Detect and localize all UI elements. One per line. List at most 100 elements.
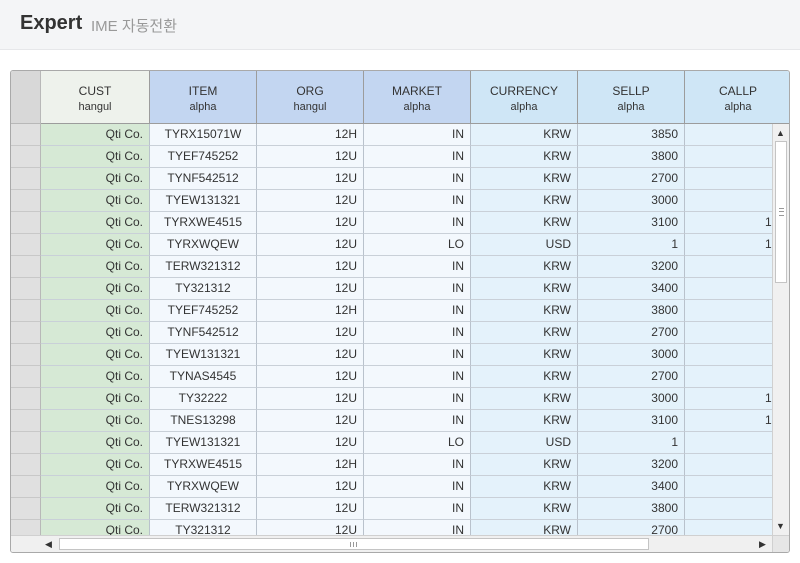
table-cell-item[interactable]: TERW321312	[150, 256, 257, 278]
table-cell-market[interactable]: IN	[364, 300, 471, 322]
column-header-sellp[interactable]: SELLP alpha	[578, 71, 685, 124]
table-cell-org[interactable]: 12U	[257, 344, 364, 366]
table-cell-sellp[interactable]: 3000	[578, 388, 685, 410]
table-cell-sellp[interactable]: 1	[578, 432, 685, 454]
table-cell-market[interactable]: IN	[364, 168, 471, 190]
row-header[interactable]	[11, 212, 41, 234]
vertical-scroll-thumb[interactable]	[775, 141, 787, 283]
row-header[interactable]	[11, 322, 41, 344]
table-cell-cust[interactable]: Qti Co.	[41, 278, 150, 300]
table-cell-currency[interactable]: KRW	[471, 454, 578, 476]
table-cell-org[interactable]: 12U	[257, 476, 364, 498]
table-cell-cust[interactable]: Qti Co.	[41, 476, 150, 498]
table-cell-market[interactable]: LO	[364, 234, 471, 256]
table-cell-cust[interactable]: Qti Co.	[41, 168, 150, 190]
row-header[interactable]	[11, 278, 41, 300]
table-cell-currency[interactable]: KRW	[471, 146, 578, 168]
table-cell-market[interactable]: IN	[364, 344, 471, 366]
table-cell-sellp[interactable]: 3400	[578, 476, 685, 498]
table-cell-currency[interactable]: KRW	[471, 388, 578, 410]
table-cell-org[interactable]: 12U	[257, 278, 364, 300]
table-cell-currency[interactable]: KRW	[471, 300, 578, 322]
row-header[interactable]	[11, 388, 41, 410]
table-cell-cust[interactable]: Qti Co.	[41, 124, 150, 146]
scroll-left-icon[interactable]: ◀	[45, 539, 52, 549]
column-header-cust[interactable]: CUST hangul	[41, 71, 150, 124]
table-cell-item[interactable]: TERW321312	[150, 498, 257, 520]
table-cell-market[interactable]: IN	[364, 388, 471, 410]
table-cell-sellp[interactable]: 1	[578, 234, 685, 256]
table-cell-org[interactable]: 12U	[257, 322, 364, 344]
row-header[interactable]	[11, 124, 41, 146]
table-cell-org[interactable]: 12U	[257, 212, 364, 234]
table-cell-org[interactable]: 12U	[257, 190, 364, 212]
table-cell-currency[interactable]: KRW	[471, 366, 578, 388]
row-header[interactable]	[11, 234, 41, 256]
table-cell-org[interactable]: 12H	[257, 454, 364, 476]
table-cell-org[interactable]: 12U	[257, 498, 364, 520]
table-cell-sellp[interactable]: 3000	[578, 190, 685, 212]
table-cell-sellp[interactable]: 3100	[578, 212, 685, 234]
table-cell-sellp[interactable]: 3800	[578, 146, 685, 168]
table-cell-cust[interactable]: Qti Co.	[41, 234, 150, 256]
row-header[interactable]	[11, 190, 41, 212]
table-cell-market[interactable]: IN	[364, 454, 471, 476]
table-cell-cust[interactable]: Qti Co.	[41, 344, 150, 366]
table-cell-currency[interactable]: KRW	[471, 212, 578, 234]
row-header[interactable]	[11, 366, 41, 388]
table-cell-market[interactable]: IN	[364, 278, 471, 300]
table-cell-item[interactable]: TY321312	[150, 278, 257, 300]
table-cell-org[interactable]: 12U	[257, 432, 364, 454]
table-cell-sellp[interactable]: 3850	[578, 124, 685, 146]
table-cell-currency[interactable]: USD	[471, 432, 578, 454]
table-cell-cust[interactable]: Qti Co.	[41, 212, 150, 234]
table-cell-currency[interactable]: USD	[471, 234, 578, 256]
table-cell-cust[interactable]: Qti Co.	[41, 410, 150, 432]
table-cell-sellp[interactable]: 3000	[578, 344, 685, 366]
table-cell-sellp[interactable]: 3800	[578, 300, 685, 322]
scroll-up-icon[interactable]: ▲	[776, 128, 785, 138]
table-cell-org[interactable]: 12U	[257, 168, 364, 190]
table-cell-sellp[interactable]: 3200	[578, 454, 685, 476]
horizontal-scroll-thumb[interactable]	[59, 538, 649, 550]
table-cell-cust[interactable]: Qti Co.	[41, 498, 150, 520]
table-cell-item[interactable]: TYEW131321	[150, 344, 257, 366]
table-cell-currency[interactable]: KRW	[471, 278, 578, 300]
row-header[interactable]	[11, 498, 41, 520]
table-cell-org[interactable]: 12U	[257, 234, 364, 256]
table-cell-market[interactable]: LO	[364, 432, 471, 454]
table-cell-cust[interactable]: Qti Co.	[41, 366, 150, 388]
table-cell-item[interactable]: TYRXWE4515	[150, 212, 257, 234]
table-cell-currency[interactable]: KRW	[471, 344, 578, 366]
table-cell-currency[interactable]: KRW	[471, 256, 578, 278]
row-header[interactable]	[11, 168, 41, 190]
table-cell-item[interactable]: TYRXWQEW	[150, 476, 257, 498]
scroll-right-icon[interactable]: ▶	[759, 539, 766, 549]
table-cell-item[interactable]: TY32222	[150, 388, 257, 410]
table-cell-market[interactable]: IN	[364, 256, 471, 278]
table-cell-currency[interactable]: KRW	[471, 124, 578, 146]
table-cell-item[interactable]: TYEF745252	[150, 146, 257, 168]
table-cell-currency[interactable]: KRW	[471, 498, 578, 520]
table-cell-cust[interactable]: Qti Co.	[41, 432, 150, 454]
table-cell-item[interactable]: TYNAS4545	[150, 366, 257, 388]
table-cell-sellp[interactable]: 3100	[578, 410, 685, 432]
row-header[interactable]	[11, 344, 41, 366]
table-cell-market[interactable]: IN	[364, 498, 471, 520]
table-cell-sellp[interactable]: 2700	[578, 366, 685, 388]
table-cell-market[interactable]: IN	[364, 212, 471, 234]
table-cell-market[interactable]: IN	[364, 366, 471, 388]
column-header-callp[interactable]: CALLP alpha	[685, 71, 789, 124]
scroll-down-icon[interactable]: ▼	[776, 521, 785, 531]
table-cell-currency[interactable]: KRW	[471, 410, 578, 432]
table-cell-org[interactable]: 12H	[257, 124, 364, 146]
table-cell-item[interactable]: TYNF542512	[150, 168, 257, 190]
table-cell-market[interactable]: IN	[364, 410, 471, 432]
table-cell-org[interactable]: 12U	[257, 256, 364, 278]
table-cell-market[interactable]: IN	[364, 190, 471, 212]
table-cell-org[interactable]: 12U	[257, 388, 364, 410]
table-cell-org[interactable]: 12U	[257, 410, 364, 432]
table-cell-cust[interactable]: Qti Co.	[41, 322, 150, 344]
column-header-item[interactable]: ITEM alpha	[150, 71, 257, 124]
table-cell-currency[interactable]: KRW	[471, 322, 578, 344]
